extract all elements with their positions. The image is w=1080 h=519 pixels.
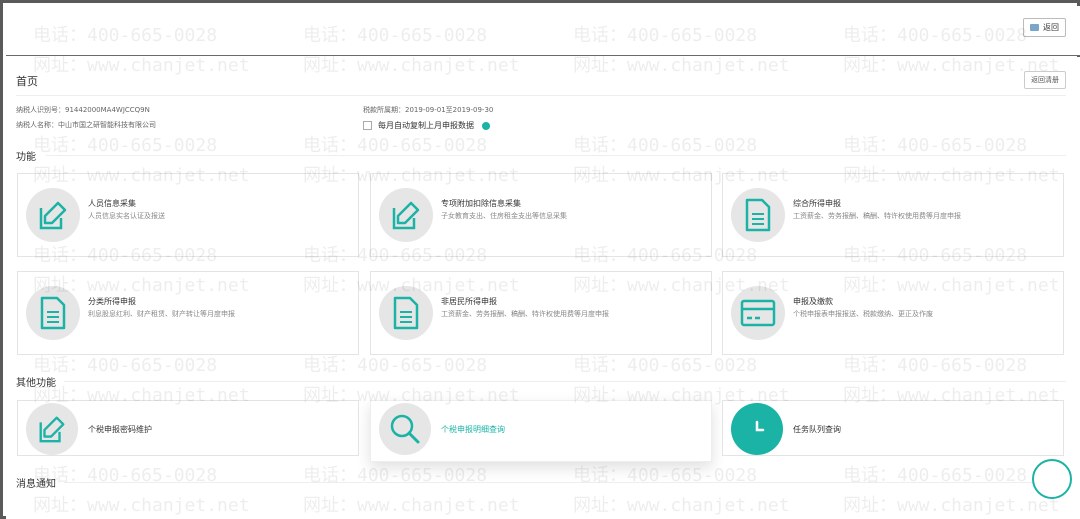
functions-divider: [46, 155, 1066, 156]
edit-icon: [26, 403, 78, 455]
other-functions-title: 其他功能: [16, 378, 56, 389]
card-personnel-info[interactable]: 人员信息采集 人员信息实名认证及报送: [17, 173, 359, 257]
card-desc: 子女教育支出、住房租金支出等信息采集: [441, 212, 567, 220]
document-icon: [26, 286, 80, 340]
card-special-deduction[interactable]: 专项附加扣除信息采集 子女教育支出、住房租金支出等信息采集: [370, 173, 712, 257]
back-icon: [1030, 24, 1039, 31]
taxpayer-name-value: 中山市国之研智能科技有限公司: [58, 121, 156, 129]
card-title: 专项附加扣除信息采集: [441, 199, 521, 208]
tax-period: 税款所属期：2019-09-01至2019-09-30: [363, 105, 493, 115]
messages-divider: [64, 482, 1066, 483]
card-title: 人员信息采集: [88, 199, 136, 208]
document-icon: [379, 286, 433, 340]
card-title: 个税申报明细查询: [441, 425, 505, 434]
page-title: 首页: [16, 75, 38, 88]
card-title: 申报及缴款: [793, 297, 833, 306]
card-desc: 工资薪金、劳务报酬、稿酬、特许权使用费等月度申报: [441, 310, 609, 318]
divider: [16, 95, 1066, 96]
back-button[interactable]: 返回: [1023, 18, 1066, 37]
taxpayer-name: 纳税人名称：中山市国之研智能科技有限公司: [16, 120, 156, 130]
card-title: 分类所得申报: [88, 297, 136, 306]
card-icon: [731, 286, 785, 340]
card-task-queue[interactable]: 任务队列查询: [722, 400, 1064, 456]
document-icon: [731, 188, 785, 242]
card-detail-query[interactable]: 个税申报明细查询: [370, 400, 712, 462]
taxpayer-id-label: 纳税人识别号：: [16, 106, 65, 114]
auto-copy-checkbox[interactable]: [363, 121, 372, 130]
card-filing-payment[interactable]: 申报及缴款 个税申报表申报报送、税款缴纳、更正及作废: [722, 271, 1064, 355]
back-button-label: 返回: [1043, 23, 1059, 32]
messages-title: 消息通知: [16, 479, 56, 490]
card-desc: 工资薪金、劳务报酬、稿酬、特许权使用费等月度申报: [793, 212, 961, 220]
card-desc: 利息股息红利、财产租赁、财产转让等月度申报: [88, 310, 235, 318]
taxpayer-id-value: 91442000MA4WJCCQ9N: [65, 106, 150, 114]
card-nonresident-income[interactable]: 非居民所得申报 工资薪金、劳务报酬、稿酬、特许权使用费等月度申报: [370, 271, 712, 355]
info-icon[interactable]: [482, 121, 490, 130]
taxpayer-name-label: 纳税人名称：: [16, 121, 58, 129]
app-window: 返回 首页 返回清册 纳税人识别号：91442000MA4WJCCQ9N 纳税人…: [0, 0, 1080, 519]
taxpayer-id: 纳税人识别号：91442000MA4WJCCQ9N: [16, 105, 150, 115]
search-icon: [379, 403, 431, 455]
tax-period-value: 2019-09-01至2019-09-30: [405, 106, 494, 114]
floating-help-button[interactable]: [1032, 459, 1072, 499]
card-classified-income[interactable]: 分类所得申报 利息股息红利、财产租赁、财产转让等月度申报: [17, 271, 359, 355]
card-title: 综合所得申报: [793, 199, 841, 208]
main-content: 首页 返回清册 纳税人识别号：91442000MA4WJCCQ9N 纳税人名称：…: [6, 57, 1080, 519]
top-bar: 返回: [6, 6, 1080, 56]
edit-icon: [379, 188, 433, 242]
functions-title: 功能: [16, 152, 36, 163]
reset-button[interactable]: 返回清册: [1024, 71, 1066, 89]
auto-copy-option: 每月自动复制上月申报数据: [363, 120, 490, 131]
card-comprehensive-income[interactable]: 综合所得申报 工资薪金、劳务报酬、稿酬、特许权使用费等月度申报: [722, 173, 1064, 257]
edit-icon: [26, 188, 80, 242]
card-title: 个税申报密码维护: [88, 425, 152, 434]
card-title: 任务队列查询: [793, 425, 841, 434]
other-functions-divider: [64, 381, 1066, 382]
auto-copy-label: 每月自动复制上月申报数据: [378, 121, 474, 130]
tax-period-label: 税款所属期：: [363, 106, 405, 114]
clock-icon: [731, 403, 783, 455]
card-desc: 人员信息实名认证及报送: [88, 212, 165, 220]
card-title: 非居民所得申报: [441, 297, 497, 306]
card-password-maintenance[interactable]: 个税申报密码维护: [17, 400, 359, 456]
card-desc: 个税申报表申报报送、税款缴纳、更正及作废: [793, 310, 933, 318]
